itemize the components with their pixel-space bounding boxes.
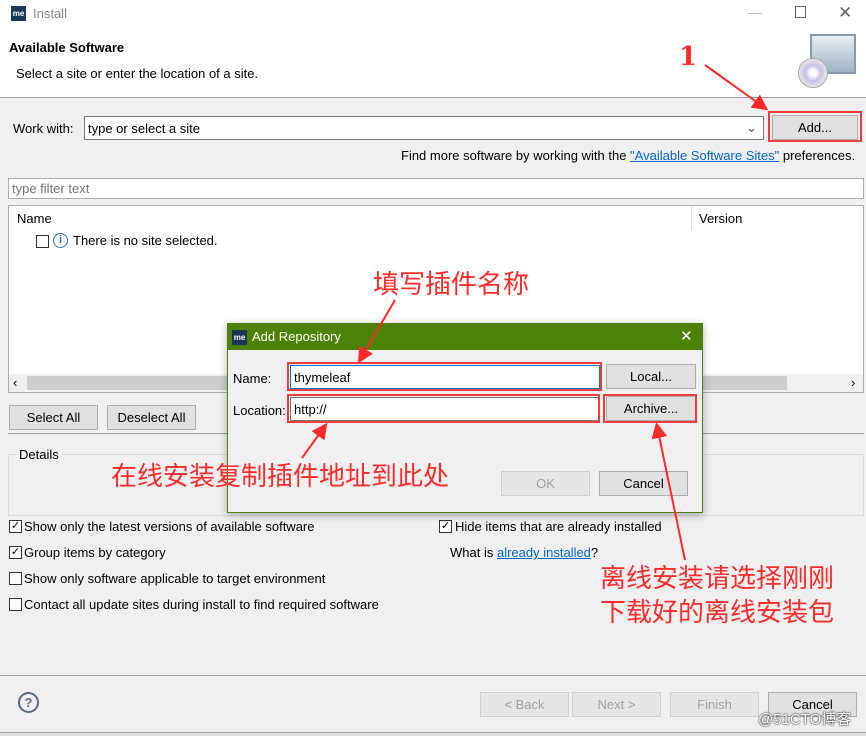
arrow-to-location	[301, 422, 328, 459]
arrow-to-name	[357, 299, 396, 364]
arrow-to-archive	[651, 422, 686, 561]
watermark: @51CTO博客	[758, 711, 852, 728]
annotation-arrows	[301, 64, 769, 561]
arrow-to-add	[704, 64, 769, 111]
